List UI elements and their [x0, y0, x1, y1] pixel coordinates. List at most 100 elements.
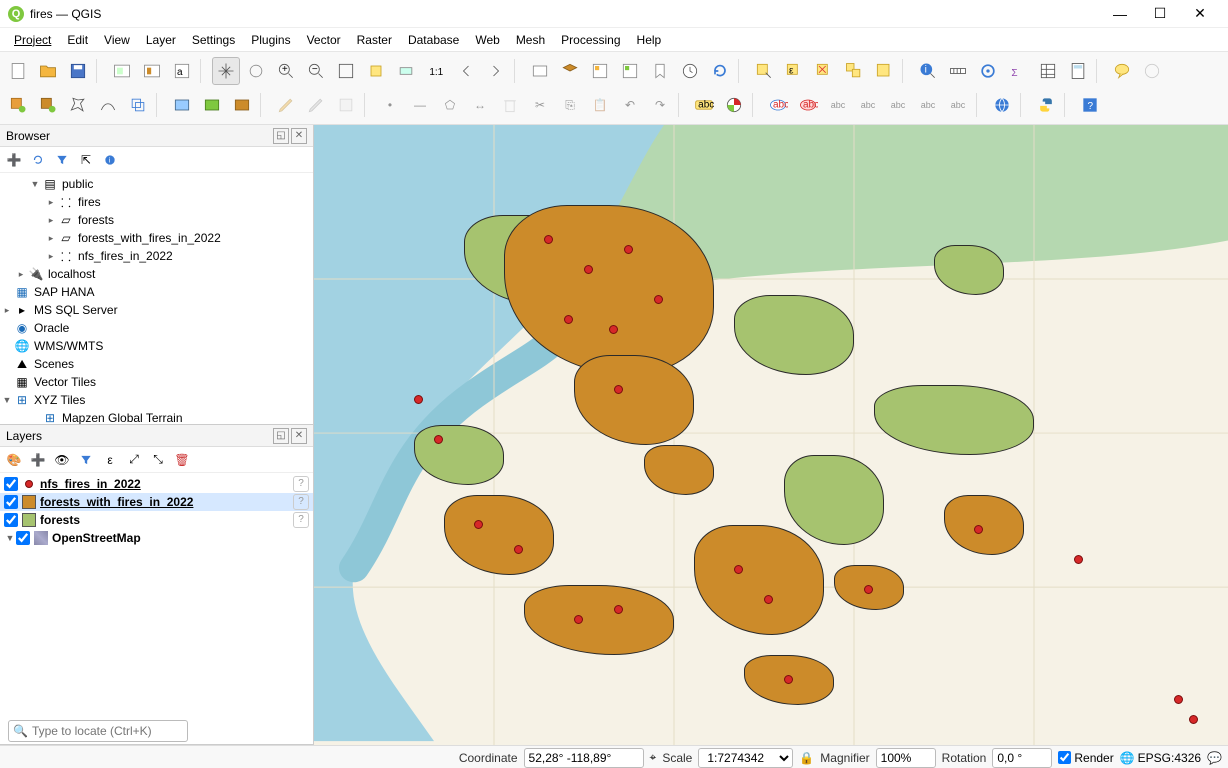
help-button[interactable]: ? [1076, 91, 1104, 119]
diagram-button[interactable] [720, 91, 748, 119]
metasearch-button[interactable] [988, 91, 1016, 119]
temporal-controller-button[interactable] [616, 57, 644, 85]
menu-view[interactable]: View [96, 31, 138, 49]
layer-help-icon[interactable]: ? [293, 512, 309, 528]
layers-filter-button[interactable] [76, 450, 96, 470]
label-pin-icon[interactable]: abc [824, 91, 852, 119]
extents-icon[interactable]: ⌖ [650, 750, 657, 765]
label-move-icon[interactable]: abc [884, 91, 912, 119]
tree-node-wms[interactable]: 🌐WMS/WMTS [0, 337, 313, 355]
tree-node-forests-fires[interactable]: ▸▱forests_with_fires_in_2022 [0, 229, 313, 247]
browser-refresh-button[interactable] [28, 150, 48, 170]
label-change-icon[interactable]: abc [944, 91, 972, 119]
clock-icon[interactable] [676, 57, 704, 85]
identify-button[interactable]: i [914, 57, 942, 85]
no-action-button[interactable] [1138, 57, 1166, 85]
layers-collapse-button[interactable]: ⤡ [148, 450, 168, 470]
minimize-button[interactable]: — [1100, 6, 1140, 22]
tree-node-saphana[interactable]: ▦SAP HANA [0, 283, 313, 301]
menu-vector[interactable]: Vector [299, 31, 349, 49]
select-all-button[interactable] [840, 57, 868, 85]
tree-node-forests[interactable]: ▸▱forests [0, 211, 313, 229]
layers-add-group-button[interactable]: ➕ [28, 450, 48, 470]
add-raster-layer-button[interactable] [198, 91, 226, 119]
tree-node-nfs-fires[interactable]: ▸⸬nfs_fires_in_2022 [0, 247, 313, 265]
layer-row-fires[interactable]: nfs_fires_in_2022 ? [0, 475, 313, 493]
layer-row-forests-fires[interactable]: forests_with_fires_in_2022 ? [0, 493, 313, 511]
browser-collapse-button[interactable]: ⇱ [76, 150, 96, 170]
pan-to-selection-button[interactable] [242, 57, 270, 85]
locator-search[interactable]: 🔍 [8, 720, 188, 742]
layers-expand-button[interactable]: ⤢ [124, 450, 144, 470]
lock-icon[interactable]: 🔒 [799, 751, 814, 765]
tree-node-mapzen[interactable]: ⊞Mapzen Global Terrain [0, 409, 313, 424]
save-edits-icon[interactable] [332, 91, 360, 119]
statistics-button[interactable]: Σ [1004, 57, 1032, 85]
layer-checkbox[interactable] [4, 513, 18, 527]
add-polygon-icon[interactable]: ⬠ [436, 91, 464, 119]
messages-icon[interactable]: 💬 [1207, 751, 1222, 765]
browser-filter-button[interactable] [52, 150, 72, 170]
redo-icon[interactable]: ↷ [646, 91, 674, 119]
new-spatialite-button[interactable] [94, 91, 122, 119]
zoom-out-button[interactable]: − [302, 57, 330, 85]
new-bookmark-button[interactable] [586, 57, 614, 85]
paste-icon[interactable]: 📋 [586, 91, 614, 119]
zoom-native-button[interactable]: 1:1 [422, 57, 450, 85]
layers-list[interactable]: nfs_fires_in_2022 ? forests_with_fires_i… [0, 473, 313, 744]
menu-database[interactable]: Database [400, 31, 467, 49]
zoom-full-button[interactable] [332, 57, 360, 85]
new-map-view-button[interactable] [526, 57, 554, 85]
menu-layer[interactable]: Layer [138, 31, 184, 49]
python-console-button[interactable] [1032, 91, 1060, 119]
layer-help-icon[interactable]: ? [293, 494, 309, 510]
new-project-button[interactable] [4, 57, 32, 85]
menu-project[interactable]: Project [6, 31, 59, 49]
measure-button[interactable] [944, 57, 972, 85]
layer-row-osm[interactable]: ▼ OpenStreetMap [0, 529, 313, 547]
menu-mesh[interactable]: Mesh [508, 31, 553, 49]
undo-icon[interactable]: ↶ [616, 91, 644, 119]
layers-close-button[interactable]: ✕ [291, 428, 307, 444]
scale-select[interactable]: 1:7274342 [698, 748, 793, 768]
new-geopackage-button[interactable] [34, 91, 62, 119]
tree-node-public[interactable]: ▼▤public [0, 175, 313, 193]
tree-node-vectortiles[interactable]: ▦Vector Tiles [0, 373, 313, 391]
layers-visibility-button[interactable]: 👁 [52, 450, 72, 470]
edit-pencil-icon[interactable] [272, 91, 300, 119]
menu-plugins[interactable]: Plugins [243, 31, 298, 49]
menu-raster[interactable]: Raster [349, 31, 400, 49]
layers-undock-button[interactable]: ◱ [273, 428, 289, 444]
invert-selection-button[interactable] [870, 57, 898, 85]
pan-map-button[interactable] [212, 57, 240, 85]
layers-remove-button[interactable]: 🗑 [172, 450, 192, 470]
delete-icon[interactable] [496, 91, 524, 119]
add-mesh-layer-button[interactable] [228, 91, 256, 119]
copy-icon[interactable]: ⎘ [556, 91, 584, 119]
label-abc-button[interactable]: abc [690, 91, 718, 119]
map-tips-button[interactable] [1108, 57, 1136, 85]
layers-expression-button[interactable]: ε [100, 450, 120, 470]
tree-node-xyz[interactable]: ▼⊞XYZ Tiles [0, 391, 313, 409]
new-print-layout-button[interactable] [108, 57, 136, 85]
rotation-input[interactable] [992, 748, 1052, 768]
label-rotate-icon[interactable]: abc [914, 91, 942, 119]
toggle-editing-icon[interactable] [302, 91, 330, 119]
tree-node-localhost[interactable]: ▸🔌localhost [0, 265, 313, 283]
coord-input[interactable] [524, 748, 644, 768]
refresh-button[interactable] [706, 57, 734, 85]
toolbox-button[interactable] [974, 57, 1002, 85]
new-3d-map-button[interactable] [556, 57, 584, 85]
menu-help[interactable]: Help [629, 31, 670, 49]
add-point-icon[interactable]: • [376, 91, 404, 119]
tree-node-mssql[interactable]: ▸▸MS SQL Server [0, 301, 313, 319]
zoom-in-button[interactable]: + [272, 57, 300, 85]
attributes-table-button[interactable] [1034, 57, 1062, 85]
menu-edit[interactable]: Edit [59, 31, 96, 49]
browser-tree[interactable]: ▼▤public ▸⸬fires ▸▱forests ▸▱forests_wit… [0, 173, 313, 424]
zoom-to-selection-button[interactable] [362, 57, 390, 85]
new-virtual-layer-button[interactable] [124, 91, 152, 119]
tree-node-oracle[interactable]: ◉Oracle [0, 319, 313, 337]
tree-node-scenes[interactable]: ⛰Scenes [0, 355, 313, 373]
menu-processing[interactable]: Processing [553, 31, 628, 49]
